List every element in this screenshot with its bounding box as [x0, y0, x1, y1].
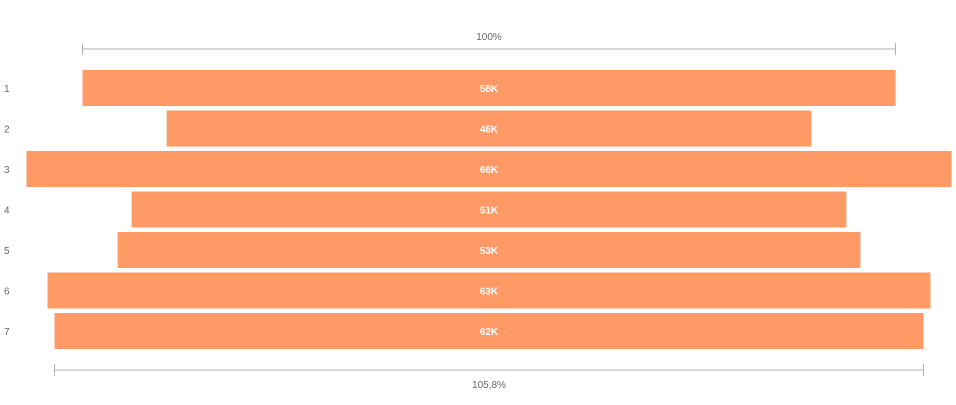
category-label-5: 5 [4, 246, 10, 257]
bar-value-label-1: 58K [480, 84, 499, 95]
category-label-1: 1 [4, 84, 10, 95]
bars-group: 58K 1 46K 2 66K 3 51K 4 53K 5 63K 6 62K 7 [4, 70, 952, 349]
top-reference: 100% [82, 32, 896, 55]
bar-value-label-4: 51K [480, 206, 499, 217]
category-label-7: 7 [4, 327, 10, 338]
bar-value-label-5: 53K [480, 246, 499, 257]
top-reference-label: 100% [476, 32, 502, 43]
funnel-chart: 100% 58K 1 46K 2 66K 3 51K 4 53K 5 63K 6 62K 7 105,8% [0, 0, 956, 405]
category-label-2: 2 [4, 125, 10, 136]
funnel-chart-svg: 100% 58K 1 46K 2 66K 3 51K 4 53K 5 63K 6 62K 7 105,8% [4, 32, 952, 391]
bar-value-label-2: 46K [480, 125, 499, 136]
bar-value-label-6: 63K [480, 287, 499, 298]
bottom-reference-label: 105,8% [472, 380, 506, 391]
bar-value-label-7: 62K [480, 327, 499, 338]
category-label-3: 3 [4, 165, 10, 176]
bottom-reference: 105,8% [54, 364, 924, 391]
bar-value-label-3: 66K [480, 165, 499, 176]
category-label-6: 6 [4, 287, 10, 298]
category-label-4: 4 [4, 206, 10, 217]
